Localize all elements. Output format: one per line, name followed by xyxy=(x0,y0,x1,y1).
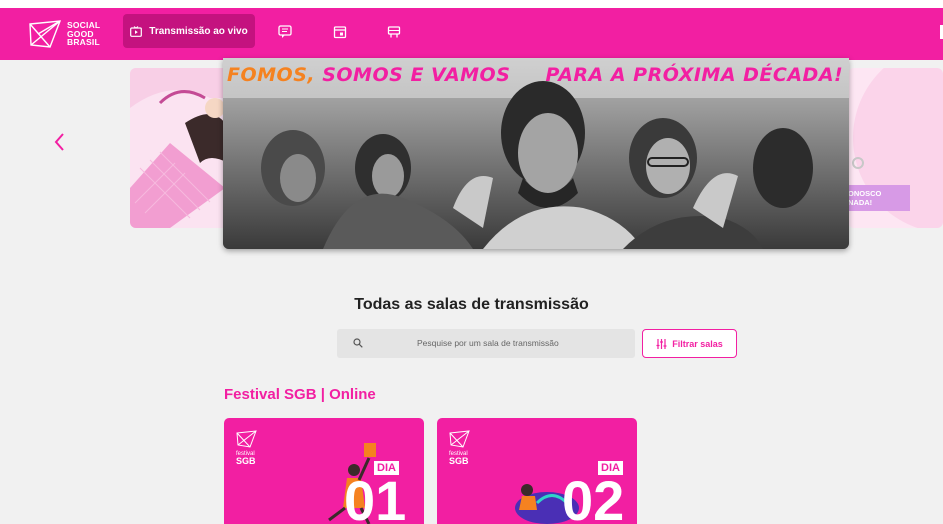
festival-group-title: Festival SGB | Online xyxy=(224,386,376,403)
card-festival-logo: festival SGB xyxy=(449,430,471,466)
live-tv-icon xyxy=(130,25,143,37)
sponsors-icon[interactable] xyxy=(387,25,401,39)
hero-banner[interactable]: FOMOS, SOMOS E VAMOS PARA A PRÓXIMA DÉCA… xyxy=(223,58,849,249)
next-slide-cta[interactable]: ONOSCO NADA! xyxy=(844,185,910,211)
next-slide-cta-line2: NADA! xyxy=(848,198,873,207)
carousel-prev-icon[interactable] xyxy=(48,130,72,154)
next-slide-cta-line1: ONOSCO xyxy=(848,189,882,198)
chat-icon[interactable] xyxy=(278,25,292,39)
streaming-rooms-title: Todas as salas de transmissão xyxy=(354,296,589,313)
live-stream-button[interactable]: Transmissão ao vivo xyxy=(123,14,255,48)
room-card-day-2[interactable]: festival SGB DIA 02 xyxy=(437,418,637,524)
filter-rooms-label: Filtrar salas xyxy=(672,338,723,349)
top-navbar: SOCIAL GOOD BRASIL Transmissão ao vivo xyxy=(0,8,943,60)
card-sgb-label: SGB xyxy=(236,456,256,466)
search-placeholder: Pesquise por um sala de transmissão xyxy=(417,338,559,348)
festival-network-icon xyxy=(236,430,257,448)
search-icon xyxy=(353,338,363,348)
room-card-day-1[interactable]: festival SGB DIA 01 xyxy=(224,418,424,524)
social-good-brasil-logo[interactable]: SOCIAL GOOD BRASIL xyxy=(28,19,100,49)
festival-network-icon xyxy=(449,430,470,448)
logo-line-3: BRASIL xyxy=(67,37,100,48)
card-day-number: 01 xyxy=(344,469,407,524)
slide-illustration xyxy=(130,68,230,228)
carousel-slide-previous[interactable] xyxy=(130,68,230,228)
headline-word-3: E VAMOS xyxy=(410,64,511,86)
crowd-photo xyxy=(223,58,849,249)
live-stream-label: Transmissão ao vivo xyxy=(149,25,248,37)
card-day-number: 02 xyxy=(562,469,625,524)
sliders-icon xyxy=(656,338,667,349)
headline-word-2: SOMOS xyxy=(322,64,404,86)
card-sgb-label: SGB xyxy=(449,456,469,466)
network-logo-icon xyxy=(29,20,62,48)
card-festival-logo: festival SGB xyxy=(236,430,258,466)
headline-word-1: FOMOS, xyxy=(227,64,316,86)
banner-headline: FOMOS, SOMOS E VAMOS PARA A PRÓXIMA DÉCA… xyxy=(227,64,843,86)
browser-top-strip xyxy=(0,0,943,8)
calendar-icon[interactable] xyxy=(333,25,347,39)
room-search-input[interactable]: Pesquise por um sala de transmissão xyxy=(337,329,635,358)
filter-rooms-button[interactable]: Filtrar salas xyxy=(642,329,737,358)
logo-wordmark: SOCIAL GOOD BRASIL xyxy=(67,21,100,47)
headline-word-4: PARA A PRÓXIMA DÉCADA! xyxy=(545,64,844,86)
